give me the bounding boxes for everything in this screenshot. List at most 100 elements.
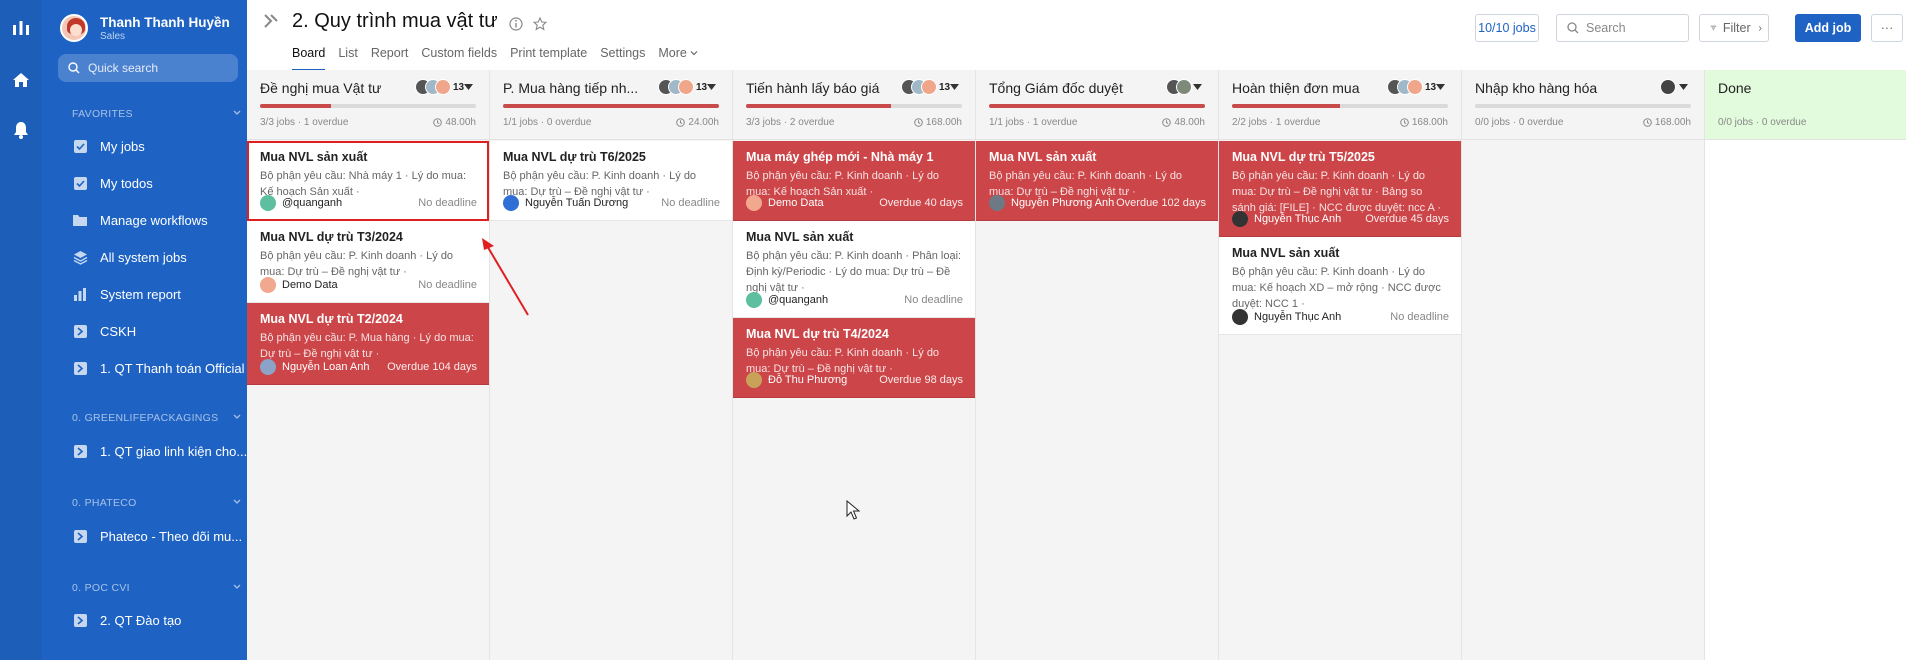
avatar bbox=[260, 277, 276, 293]
card-deadline: Overdue 104 days bbox=[387, 361, 477, 373]
sidebar-item-all-system-jobs[interactable]: All system jobs bbox=[72, 249, 252, 265]
add-job-button[interactable]: Add job bbox=[1795, 14, 1861, 42]
caret-down-icon[interactable] bbox=[1436, 84, 1445, 91]
workflow-icon bbox=[72, 612, 88, 628]
card-title: Mua NVL sản xuất bbox=[260, 150, 368, 164]
avatar bbox=[260, 359, 276, 375]
group-section-label[interactable]: 0. PHATECO bbox=[72, 497, 242, 509]
tab-custom-fields[interactable]: Custom fields bbox=[421, 46, 497, 60]
column-title: P. Mua hàng tiếp nh... bbox=[503, 80, 639, 96]
job-card[interactable]: Mua NVL dự trù T3/2024 Bộ phận yêu cầu: … bbox=[247, 221, 489, 303]
sidebar-item-system-report[interactable]: System report bbox=[72, 286, 252, 302]
search-input[interactable]: Search bbox=[1556, 14, 1689, 42]
assignee-avatars[interactable] bbox=[1166, 79, 1192, 95]
page-title: 2. Quy trình mua vật tư bbox=[292, 10, 498, 32]
group-label: 0. GREENLIFEPACKAGINGS bbox=[72, 412, 219, 424]
quick-search-input[interactable]: Quick search bbox=[58, 54, 238, 82]
assignee-avatars[interactable]: 13 bbox=[415, 79, 464, 95]
sidebar-item-label: My todos bbox=[100, 175, 153, 191]
column-stats: 1/1 jobs · 1 overdue bbox=[989, 117, 1078, 128]
card-title: Mua NVL dự trù T4/2024 bbox=[746, 327, 889, 341]
sidebar-item-qt-thanh-toan[interactable]: 1. QT Thanh toán Official bbox=[72, 360, 252, 376]
caret-down-icon[interactable] bbox=[1193, 84, 1202, 91]
column-progress-fill bbox=[260, 104, 332, 108]
clock-icon bbox=[676, 118, 686, 127]
kanban-board: Đề nghị mua Vật tư 13 3/3 jobs · 1 overd… bbox=[247, 70, 1906, 660]
avatar bbox=[746, 195, 762, 211]
avatar bbox=[746, 292, 762, 308]
job-card[interactable]: Mua NVL dự trù T5/2025 Bộ phận yêu cầu: … bbox=[1219, 141, 1461, 237]
more-options-button[interactable]: ··· bbox=[1871, 14, 1903, 42]
job-card[interactable]: Mua NVL sản xuất Bộ phận yêu cầu: P. Kin… bbox=[976, 141, 1218, 221]
column-header[interactable]: Đề nghị mua Vật tư 13 3/3 jobs · 1 overd… bbox=[247, 70, 489, 140]
filter-icon bbox=[1710, 25, 1717, 31]
column-header[interactable]: Tổng Giám đốc duyệt 1/1 jobs · 1 overdue… bbox=[976, 70, 1218, 140]
tab-settings[interactable]: Settings bbox=[600, 46, 645, 60]
filter-button[interactable]: Filter bbox=[1699, 14, 1769, 42]
tab-print-template[interactable]: Print template bbox=[510, 46, 587, 60]
column-header[interactable]: Done 0/0 jobs · 0 overdue bbox=[1705, 70, 1906, 140]
column-title: Nhập kho hàng hóa bbox=[1475, 80, 1598, 96]
column-stats: 0/0 jobs · 0 overdue bbox=[1475, 117, 1564, 128]
star-icon[interactable] bbox=[533, 17, 547, 31]
tab-report[interactable]: Report bbox=[371, 46, 409, 60]
user-role: Sales bbox=[100, 30, 126, 42]
favorites-section-label[interactable]: FAVORITES bbox=[72, 108, 242, 120]
column-title: Done bbox=[1718, 80, 1752, 96]
job-card[interactable]: Mua NVL dự trù T2/2024 Bộ phận yêu cầu: … bbox=[247, 303, 489, 385]
board-column: P. Mua hàng tiếp nh... 13 1/1 jobs · 0 o… bbox=[490, 70, 733, 660]
job-card[interactable]: Mua NVL sản xuất Bộ phận yêu cầu: Nhà má… bbox=[247, 141, 489, 221]
column-header[interactable]: Tiến hành lấy báo giá 13 3/3 jobs · 2 ov… bbox=[733, 70, 975, 140]
jobs-count-button[interactable]: 10/10 jobs bbox=[1475, 14, 1539, 42]
sidebar-item-phateco[interactable]: Phateco - Theo dõi mu... bbox=[72, 528, 252, 544]
clock-icon bbox=[1162, 118, 1172, 127]
sidebar-item-label: System report bbox=[100, 286, 181, 302]
sidebar-item-manage-workflows[interactable]: Manage workflows bbox=[72, 212, 252, 228]
column-header[interactable]: Hoàn thiện đơn mua 13 2/2 jobs · 1 overd… bbox=[1219, 70, 1461, 140]
column-header[interactable]: Nhập kho hàng hóa 0/0 jobs · 0 overdue 1… bbox=[1462, 70, 1704, 140]
sidebar-item-my-todos[interactable]: My todos bbox=[72, 175, 252, 191]
app-logo-icon[interactable] bbox=[11, 18, 31, 38]
job-card[interactable]: Mua NVL sản xuất Bộ phận yêu cầu: P. Kin… bbox=[733, 221, 975, 318]
sidebar-item-my-jobs[interactable]: My jobs bbox=[72, 138, 252, 154]
caret-down-icon[interactable] bbox=[707, 84, 716, 91]
column-hours: 168.00h bbox=[1643, 117, 1691, 128]
tab-board[interactable]: Board bbox=[292, 46, 326, 71]
sidebar-item-cskh[interactable]: CSKH bbox=[72, 323, 252, 339]
bar-chart-icon bbox=[72, 286, 88, 302]
home-icon[interactable] bbox=[11, 70, 31, 90]
column-header[interactable]: P. Mua hàng tiếp nh... 13 1/1 jobs · 0 o… bbox=[490, 70, 732, 140]
job-card[interactable]: Mua NVL dự trù T4/2024 Bộ phận yêu cầu: … bbox=[733, 318, 975, 398]
assignee-avatars[interactable] bbox=[1660, 79, 1676, 95]
column-title: Tiến hành lấy báo giá bbox=[746, 80, 880, 96]
assignee-avatars[interactable]: 13 bbox=[658, 79, 707, 95]
avatar-count: 13 bbox=[1425, 81, 1437, 93]
card-footer: Demo Data Overdue 40 days bbox=[746, 195, 963, 211]
column-progress bbox=[503, 104, 719, 108]
card-assignee: Nguyễn Tuấn Dương bbox=[525, 197, 629, 209]
back-icon[interactable] bbox=[262, 12, 280, 30]
avatar bbox=[1176, 79, 1192, 95]
caret-down-icon[interactable] bbox=[1679, 84, 1688, 91]
user-profile[interactable]: Thanh Thanh Huyền Sales bbox=[60, 14, 230, 42]
job-card[interactable]: Mua NVL sản xuất Bộ phận yêu cầu: P. Kin… bbox=[1219, 237, 1461, 335]
group-section-label[interactable]: 0. POC CVI bbox=[72, 582, 242, 594]
bell-icon[interactable] bbox=[11, 120, 31, 140]
sidebar-item-qt-giao-linh-kien[interactable]: 1. QT giao linh kiện cho... bbox=[72, 443, 252, 459]
tab-more[interactable]: More bbox=[658, 46, 698, 60]
job-card[interactable]: Mua máy ghép mới - Nhà máy 1 Bộ phận yêu… bbox=[733, 141, 975, 221]
avatar bbox=[1232, 211, 1248, 227]
card-title: Mua NVL dự trù T6/2025 bbox=[503, 150, 646, 164]
card-title: Mua NVL sản xuất bbox=[989, 150, 1097, 164]
card-deadline: No deadline bbox=[418, 279, 477, 291]
assignee-avatars[interactable]: 13 bbox=[901, 79, 950, 95]
group-section-label[interactable]: 0. GREENLIFEPACKAGINGS bbox=[72, 412, 242, 424]
info-icon[interactable] bbox=[509, 17, 523, 31]
tab-list[interactable]: List bbox=[338, 46, 357, 60]
caret-down-icon[interactable] bbox=[464, 84, 473, 91]
card-footer: Nguyễn Thục Anh No deadline bbox=[1232, 309, 1449, 325]
assignee-avatars[interactable]: 13 bbox=[1387, 79, 1436, 95]
sidebar-item-qt-dao-tao[interactable]: 2. QT Đào tạo bbox=[72, 612, 252, 628]
job-card[interactable]: Mua NVL dự trù T6/2025 Bộ phận yêu cầu: … bbox=[490, 141, 732, 221]
caret-down-icon[interactable] bbox=[950, 84, 959, 91]
